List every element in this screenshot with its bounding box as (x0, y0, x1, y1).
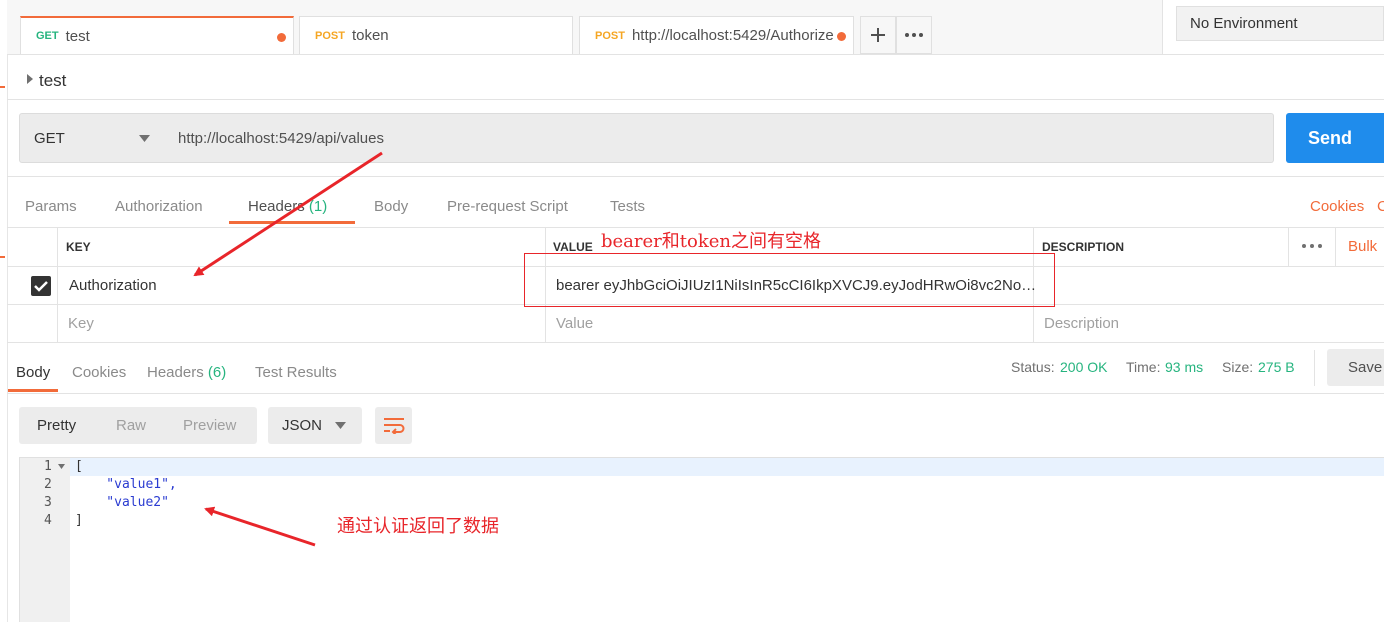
annotation-arrows (193, 151, 383, 547)
arrow-to-response (204, 506, 316, 547)
arrow-to-authorization (193, 151, 383, 277)
